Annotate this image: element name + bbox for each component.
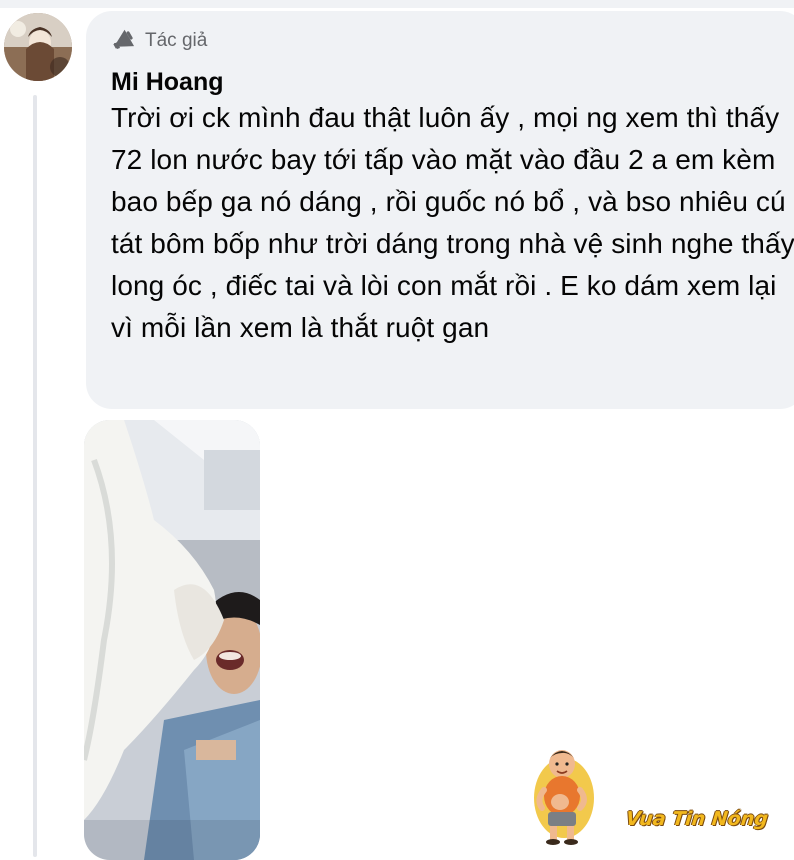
author-badge-label: Tác giả	[145, 30, 208, 51]
reply-thread-line	[33, 95, 37, 857]
comment-text: Trời ơi ck mình đau thật luôn ấy , mọi n…	[111, 102, 794, 343]
top-divider	[0, 0, 794, 8]
watermark-text: Vua Tin Nóng	[624, 808, 770, 830]
attached-video-thumbnail[interactable]	[84, 420, 260, 860]
avatar[interactable]	[4, 13, 72, 81]
mascot-logo	[534, 750, 594, 845]
author-name[interactable]: Mi Hoang	[111, 67, 224, 97]
megaphone-icon	[111, 29, 137, 53]
watermark: Vua Tin Nóng	[530, 744, 794, 854]
video-frame	[84, 420, 260, 860]
avatar-photo	[4, 13, 72, 81]
comment-bubble: Tác giả Mi Hoang Trời ơi ck mình đau thậ…	[86, 11, 794, 409]
author-badge: Tác giả	[111, 27, 794, 55]
